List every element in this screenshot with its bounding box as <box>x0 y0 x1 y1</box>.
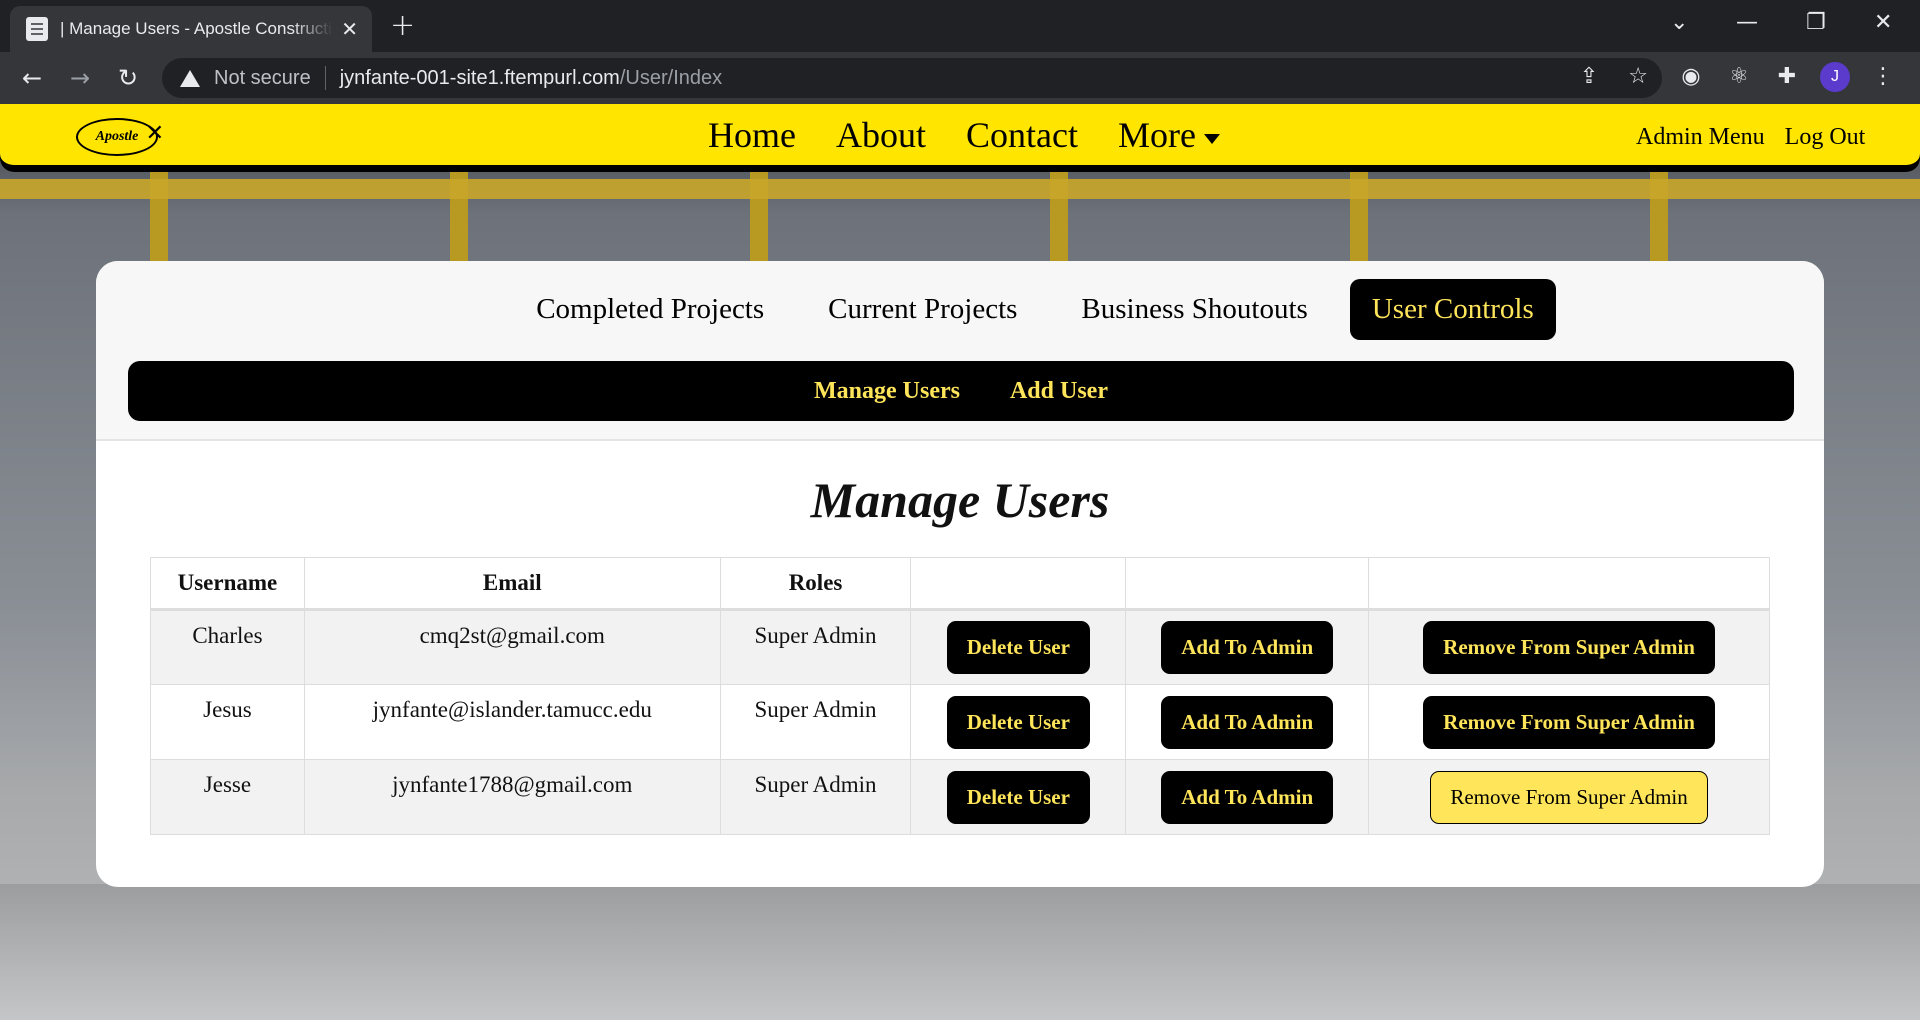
add-to-admin-button[interactable]: Add To Admin <box>1161 621 1334 674</box>
add-to-admin-button[interactable]: Add To Admin <box>1161 770 1334 824</box>
not-secure-label[interactable]: Not secure <box>214 67 311 90</box>
url-path: /User/Index <box>619 66 723 89</box>
username-cell: Jesse <box>150 759 305 835</box>
table-row: Jesus jynfante@islander.tamucc.edu Super… <box>150 684 1770 760</box>
restore-icon[interactable]: ❐ <box>1806 10 1826 35</box>
fish-x-icon: ✕ <box>145 121 164 146</box>
column-header: Roles <box>719 557 912 611</box>
column-header: Username <box>150 557 305 611</box>
background-warehouse-floor <box>0 884 1920 1020</box>
add-admin-cell: Add To Admin <box>1125 609 1370 685</box>
kebab-menu-icon[interactable]: ⋮ <box>1868 62 1898 92</box>
react-devtools-icon[interactable]: ⚛ <box>1724 62 1754 92</box>
delete-user-button[interactable]: Delete User <box>946 695 1090 749</box>
tab-completed-projects[interactable]: Completed Projects <box>514 279 786 340</box>
extension-icon[interactable]: ◉ <box>1676 62 1706 92</box>
card-header: Completed Projects Current Projects Busi… <box>96 261 1824 441</box>
tab-current-projects[interactable]: Current Projects <box>806 279 1039 340</box>
url-host: jynfante-001-site1.ftempurl.com <box>339 66 620 89</box>
email-cell: cmq2st@gmail.com <box>303 609 721 685</box>
page-title: Manage Users <box>810 472 1110 528</box>
remove-super-cell: Remove From Super Admin <box>1368 609 1770 685</box>
close-window-icon[interactable]: ✕ <box>1874 10 1892 35</box>
tab-business-shoutouts[interactable]: Business Shoutouts <box>1059 279 1329 340</box>
forward-arrow-icon[interactable]: → <box>64 62 96 94</box>
nav-about[interactable]: About <box>836 114 926 156</box>
remove-super-cell: Remove From Super Admin <box>1368 759 1770 835</box>
profile-avatar[interactable]: J <box>1820 62 1850 92</box>
divider <box>324 66 326 90</box>
puzzle-extensions-icon[interactable]: ✚ <box>1772 62 1802 92</box>
roles-cell: Super Admin <box>719 609 912 685</box>
admin-menu-link[interactable]: Admin Menu <box>1636 124 1765 151</box>
roles-cell: Super Admin <box>719 759 912 835</box>
tab-title: | Manage Users - Apostle Construction <box>60 19 334 38</box>
user-controls-subnav: Manage Users Add User <box>128 361 1794 421</box>
remove-from-super-admin-button[interactable]: Remove From Super Admin <box>1423 621 1715 674</box>
browser-toolbar: ← → ↻ Not secure jynfante-001-site1.ftem… <box>0 52 1920 104</box>
email-cell: jynfante@islander.tamucc.edu <box>303 684 721 760</box>
remove-from-super-admin-button[interactable]: Remove From Super Admin <box>1423 695 1715 749</box>
column-header: Email <box>303 557 721 611</box>
nav-more-label: More <box>1117 115 1196 155</box>
add-admin-cell: Add To Admin <box>1125 684 1370 760</box>
reload-icon[interactable]: ↻ <box>112 62 144 94</box>
apostle-logo[interactable]: Apostle ✕ <box>76 118 164 156</box>
remove-from-super-admin-button[interactable]: Remove From Super Admin <box>1430 770 1708 824</box>
minimize-icon[interactable]: — <box>1736 10 1758 35</box>
site-navbar: Apostle ✕ Home About Contact More Admin … <box>0 104 1920 168</box>
table-row: Jesse jynfante1788@gmail.com Super Admin… <box>150 759 1770 835</box>
tab-search-icon[interactable]: ⌄ <box>1670 10 1688 35</box>
log-out-link[interactable]: Log Out <box>1785 124 1866 151</box>
background-warehouse-beam <box>0 179 1920 199</box>
content-card: Completed Projects Current Projects Busi… <box>96 261 1824 887</box>
roles-cell: Super Admin <box>719 684 912 760</box>
new-tab-icon[interactable]: + <box>390 8 415 43</box>
users-table: Username Email Roles Charles cmq2st@gmai… <box>150 557 1770 835</box>
nav-home[interactable]: Home <box>708 114 796 156</box>
email-cell: jynfante1788@gmail.com <box>303 759 721 835</box>
bookmark-star-icon[interactable]: ☆ <box>1628 64 1648 89</box>
caret-down-icon <box>1203 134 1220 144</box>
delete-cell: Delete User <box>910 609 1127 685</box>
column-header <box>1125 557 1370 611</box>
browser-tab-bar: | Manage Users - Apostle Construction ✕ … <box>0 0 1920 52</box>
username-cell: Jesus <box>150 684 305 760</box>
table-row: Charles cmq2st@gmail.com Super Admin Del… <box>150 609 1770 685</box>
subnav-add-user[interactable]: Add User <box>1010 378 1108 405</box>
add-admin-cell: Add To Admin <box>1125 759 1370 835</box>
delete-cell: Delete User <box>910 684 1127 760</box>
back-arrow-icon[interactable]: ← <box>16 62 48 94</box>
column-header <box>1368 557 1770 611</box>
close-tab-icon[interactable]: ✕ <box>341 17 358 41</box>
page-favicon-icon <box>26 17 48 41</box>
browser-tab[interactable]: | Manage Users - Apostle Construction ✕ <box>10 6 372 52</box>
share-icon[interactable]: ⇪ <box>1580 64 1598 89</box>
page-viewport: Apostle ✕ Home About Contact More Admin … <box>0 104 1920 1020</box>
column-header <box>910 557 1127 611</box>
subnav-manage-users[interactable]: Manage Users <box>814 378 960 405</box>
delete-user-button[interactable]: Delete User <box>946 770 1090 824</box>
nav-contact[interactable]: Contact <box>966 114 1078 156</box>
remove-super-cell: Remove From Super Admin <box>1368 684 1770 760</box>
warning-icon <box>180 69 200 87</box>
logo-text: Apostle <box>95 129 139 144</box>
nav-more-dropdown[interactable]: More <box>1118 114 1220 156</box>
delete-user-button[interactable]: Delete User <box>946 621 1090 674</box>
address-bar[interactable]: Not secure jynfante-001-site1.ftempurl.c… <box>162 58 1662 98</box>
section-tabs: Completed Projects Current Projects Busi… <box>96 279 1824 340</box>
username-cell: Charles <box>150 609 305 685</box>
tab-user-controls[interactable]: User Controls <box>1349 279 1556 340</box>
delete-cell: Delete User <box>910 759 1127 835</box>
table-header-row: Username Email Roles <box>150 557 1770 611</box>
add-to-admin-button[interactable]: Add To Admin <box>1161 695 1334 749</box>
